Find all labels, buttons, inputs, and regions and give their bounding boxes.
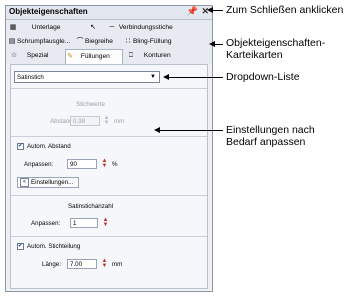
- auto-split-checkbox[interactable]: ✔: [17, 243, 24, 250]
- callout-tabs-line2: Karteikarten: [226, 49, 283, 61]
- tab-shrink[interactable]: ▤ Schrumpfausgle...: [8, 35, 70, 48]
- spacing-stepper[interactable]: ▲ ▼: [103, 115, 110, 126]
- tab-bend[interactable]: ⌒ Biegreihe: [76, 35, 113, 48]
- callout-dropdown: Dropdown-Liste: [226, 71, 300, 83]
- chevron-down-icon: ▼: [150, 74, 156, 80]
- star-icon: ☆: [10, 52, 18, 59]
- underlay-icon: ▦: [9, 24, 17, 31]
- callout-settings-line1: Einstellungen nach: [226, 124, 315, 136]
- callout-close: Zum Schließen anklicken: [226, 4, 344, 16]
- shrink-icon: ▤: [8, 38, 16, 45]
- adjust-unit: %: [112, 161, 118, 168]
- length-input[interactable]: 7.00: [67, 259, 97, 269]
- length-unit: mm: [112, 261, 123, 268]
- settings-button[interactable]: < Einstellungen...: [17, 177, 79, 188]
- object-properties-panel: Objekteigenschaften 📌 ✕ ▦ Unterlage ↖ ─ …: [5, 5, 213, 292]
- callout-settings-line2: Bedarf anpassen: [226, 136, 306, 148]
- bend-icon: ⌒: [76, 38, 84, 45]
- callout-line: [211, 10, 223, 11]
- divider: [11, 88, 207, 89]
- pin-icon[interactable]: 📌: [187, 6, 198, 17]
- length-stepper[interactable]: ▲ ▼: [101, 258, 108, 269]
- adjust-input[interactable]: 90: [67, 159, 97, 169]
- length-label: Länge:: [42, 261, 61, 268]
- tab-fills[interactable]: ✎ Füllungen: [65, 49, 123, 64]
- callout-line: [158, 130, 223, 131]
- divider: [11, 195, 207, 196]
- fills-tab-content: Satinstich ▼ Stichwerte Abstand: 0.38 ▲ ▼…: [10, 64, 208, 289]
- tab-bling[interactable]: ∷ Bling-Füllung: [124, 35, 172, 48]
- auto-split-label: Autom. Stichteilung: [27, 243, 81, 250]
- adjust2-label: Anpassen:: [31, 220, 61, 227]
- stitch-values-heading: Stichwerte: [76, 101, 105, 108]
- divider: [11, 136, 207, 137]
- auto-spacing-checkbox[interactable]: ✔: [17, 143, 24, 150]
- tab-strip: ▦ Unterlage ↖ ─ Verbindungsstiche ▤ Schru…: [6, 20, 212, 64]
- satin-count-heading: Satinstichanzahl: [68, 203, 114, 210]
- cursor-icon: ↖: [90, 24, 96, 31]
- tab-outlines[interactable]: ⎕ Konturen: [127, 49, 171, 62]
- panel-titlebar: Objekteigenschaften 📌 ✕: [6, 6, 212, 20]
- auto-spacing-label: Autom. Abstand: [27, 143, 71, 150]
- tab-cursor[interactable]: ↖: [89, 21, 98, 34]
- bling-icon: ∷: [125, 38, 131, 45]
- satin-count-input[interactable]: 1: [70, 218, 98, 228]
- adjust-stepper[interactable]: ▲ ▼: [101, 158, 108, 169]
- panel-title: Objekteigenschaften: [9, 7, 88, 16]
- satin-count-stepper[interactable]: ▲ ▼: [102, 217, 109, 228]
- tab-connectors[interactable]: ─ Verbindungsstiche: [108, 21, 173, 34]
- callout-line: [167, 77, 223, 78]
- callout-line: [213, 44, 223, 45]
- callout-tabs-line1: Objekteigenschaften-: [226, 37, 326, 49]
- stitch-type-dropdown[interactable]: Satinstich ▼: [14, 71, 160, 83]
- spacing-input[interactable]: 0.38: [70, 116, 100, 126]
- chevron-left-icon: <: [20, 178, 29, 187]
- adjust-label: Anpassen:: [24, 161, 54, 168]
- outline-icon: ⎕: [128, 52, 134, 59]
- connector-icon: ─: [109, 24, 115, 31]
- fill-icon: ✎: [67, 53, 73, 60]
- tab-underlay[interactable]: ▦ Unterlage: [9, 21, 61, 34]
- divider: [11, 236, 207, 237]
- spacing-unit: mm: [114, 118, 125, 125]
- tab-special[interactable]: ☆ Spezial: [10, 49, 49, 62]
